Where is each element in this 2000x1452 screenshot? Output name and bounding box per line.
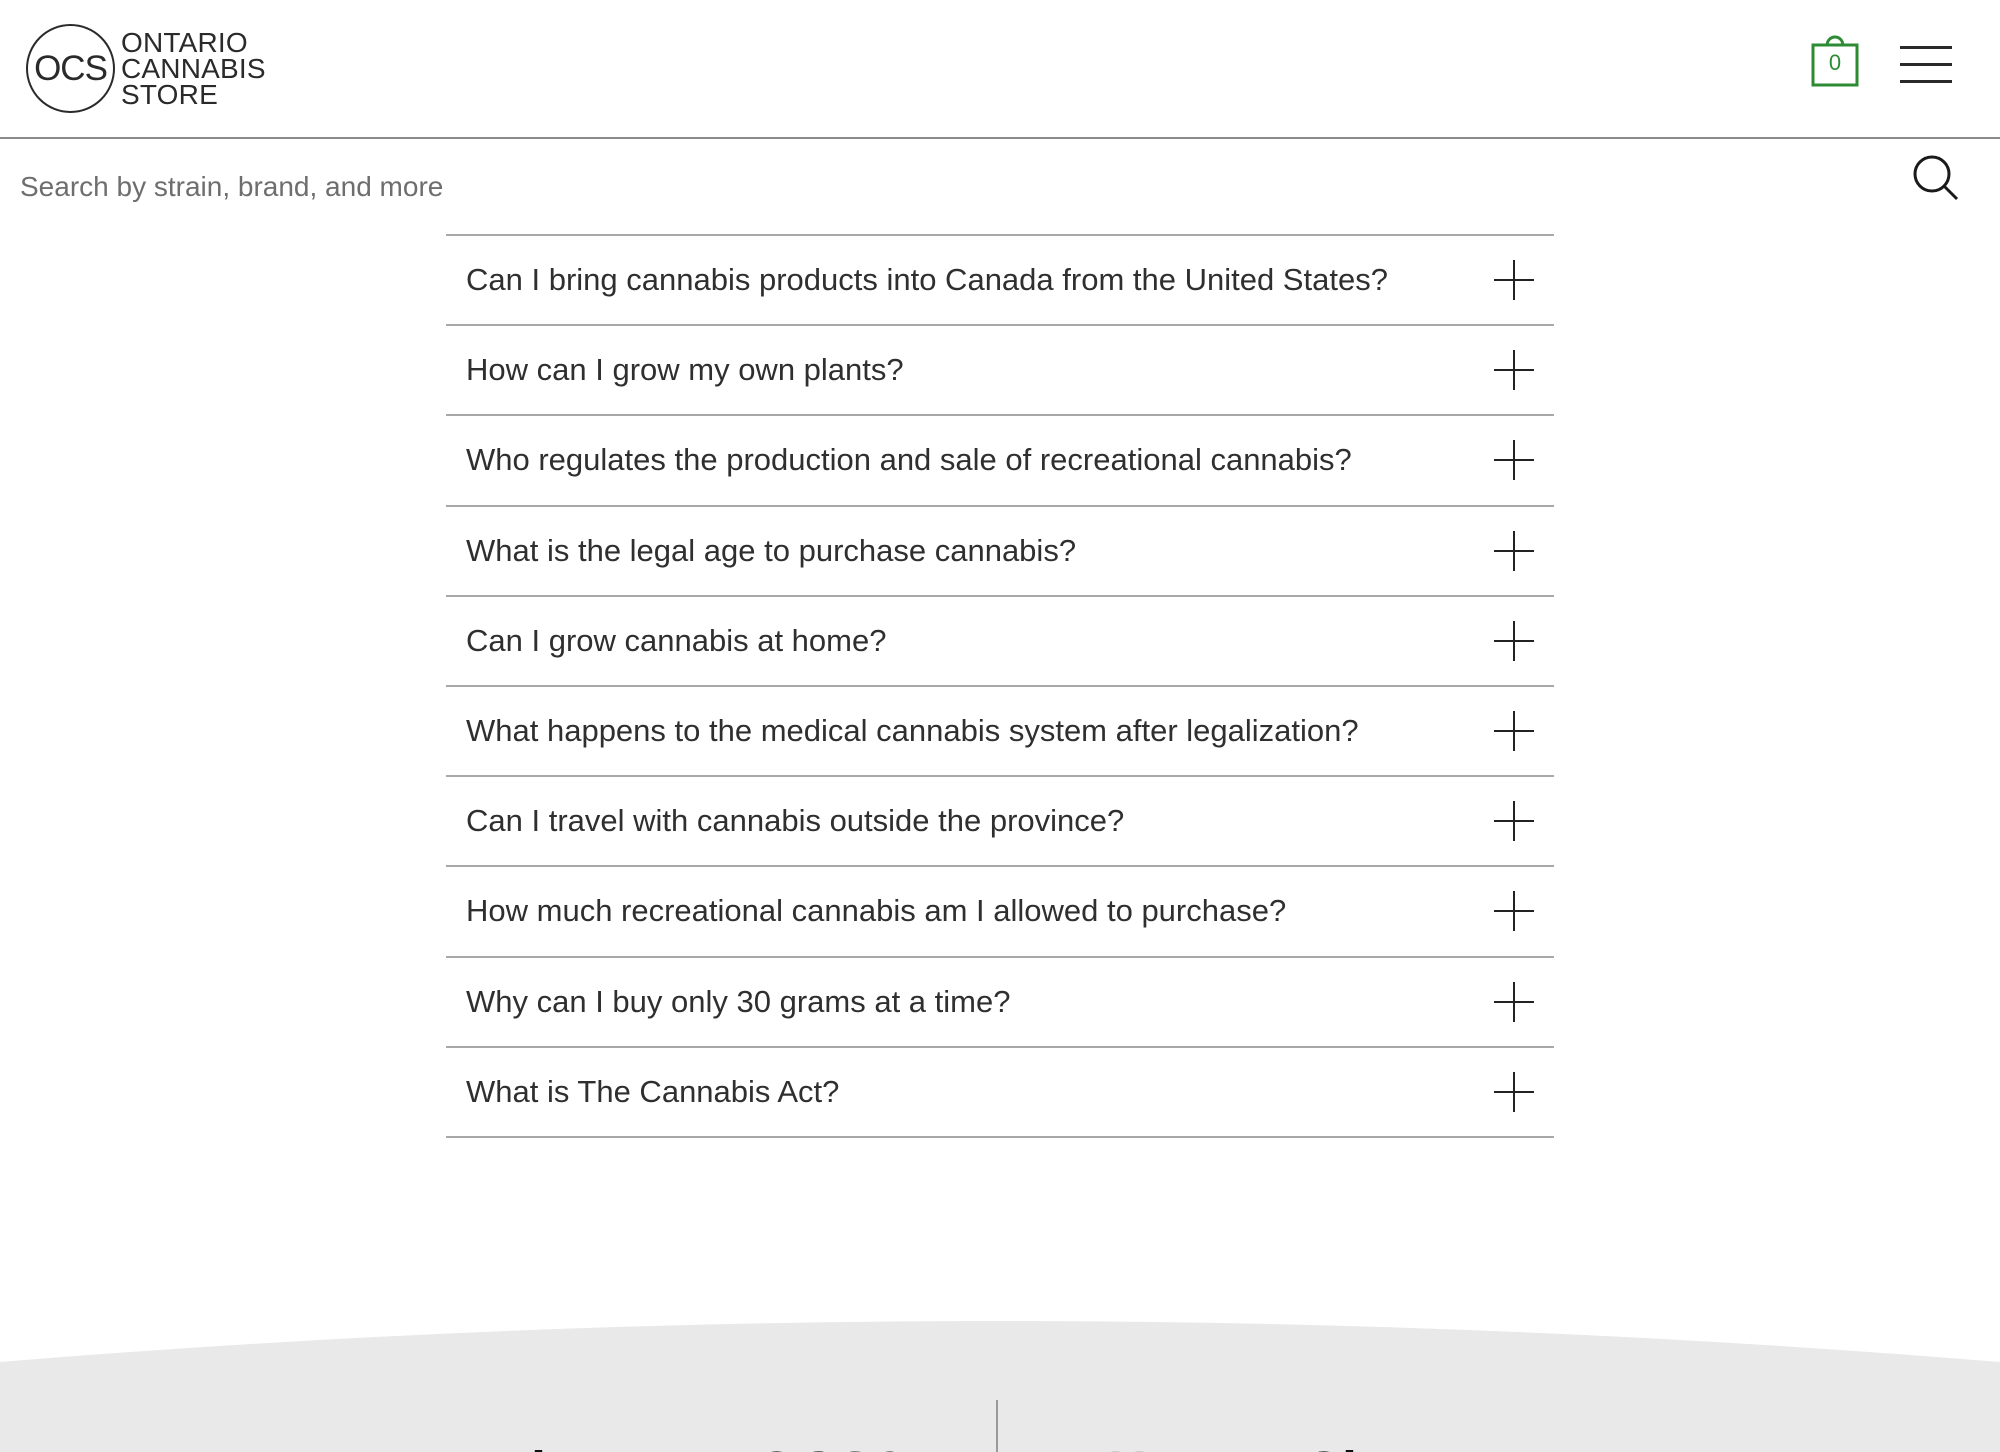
plus-icon bbox=[1494, 891, 1534, 932]
faq-question: What happens to the medical cannabis sys… bbox=[466, 712, 1359, 748]
logo-line-store: STORE bbox=[121, 78, 218, 110]
faq-question: What is the legal age to purchase cannab… bbox=[466, 532, 1077, 568]
faq-item[interactable]: Can I grow cannabis at home? bbox=[446, 597, 1554, 687]
faq-item[interactable]: What happens to the medical cannabis sys… bbox=[446, 687, 1554, 778]
plus-icon bbox=[1494, 710, 1534, 751]
cart-count: 0 bbox=[1828, 50, 1842, 75]
logo-wordmark: ONTARIO CANNABIS STORE bbox=[121, 26, 266, 110]
plus-icon bbox=[1494, 530, 1534, 571]
faq-question: Who regulates the production and sale of… bbox=[466, 442, 1352, 478]
plus-icon bbox=[1494, 801, 1534, 842]
hamburger-icon-bar bbox=[1900, 63, 1952, 66]
logo-mark: OCS bbox=[26, 24, 115, 113]
faq-question: How much recreational cannabis am I allo… bbox=[466, 893, 1287, 929]
plus-icon bbox=[1494, 440, 1534, 481]
faq-question: Can I bring cannabis products into Canad… bbox=[466, 262, 1388, 297]
faq-accordion: Can I bring cannabis products into Canad… bbox=[446, 234, 1554, 1138]
faq-question: How can I grow my own plants? bbox=[466, 352, 904, 388]
logo-line-ontario: ONTARIO bbox=[121, 26, 248, 58]
faq-question: Why can I buy only 30 grams at a time? bbox=[466, 983, 1011, 1019]
site-header: OCS ONTARIO CANNABIS STORE 0 bbox=[0, 0, 2000, 139]
faq-question: What is The Cannabis Act? bbox=[466, 1073, 840, 1109]
hamburger-icon-bar bbox=[1900, 80, 1952, 83]
cart-button[interactable]: 0 bbox=[1810, 28, 1860, 88]
faq-question: Can I grow cannabis at home? bbox=[466, 622, 887, 658]
band-background bbox=[0, 1321, 2000, 1452]
faq-item[interactable]: Can I travel with cannabis outside the p… bbox=[446, 777, 1554, 868]
faq-question: Can I travel with cannabis outside the p… bbox=[466, 803, 1125, 839]
logo-line-cannabis: CANNABIS bbox=[121, 52, 266, 84]
info-band: Why Trust OCS? How to Choose bbox=[0, 1300, 2000, 1452]
plus-icon bbox=[1494, 1071, 1534, 1112]
menu-button[interactable] bbox=[1900, 46, 1952, 84]
faq-item[interactable]: What is The Cannabis Act? bbox=[446, 1048, 1554, 1138]
plus-icon bbox=[1494, 260, 1534, 300]
band-divider bbox=[996, 1400, 998, 1452]
search-input[interactable] bbox=[20, 159, 1870, 215]
faq-item[interactable]: Who regulates the production and sale of… bbox=[446, 416, 1554, 507]
faq-item[interactable]: How can I grow my own plants? bbox=[446, 326, 1554, 417]
plus-icon bbox=[1494, 981, 1534, 1022]
hamburger-icon-bar bbox=[1900, 46, 1952, 49]
faq-item[interactable]: Can I bring cannabis products into Canad… bbox=[446, 236, 1554, 327]
why-trust-heading: Why Trust OCS? bbox=[480, 1440, 906, 1452]
faq-item[interactable]: How much recreational cannabis am I allo… bbox=[446, 867, 1554, 958]
plus-icon bbox=[1494, 620, 1534, 661]
search-bar bbox=[0, 141, 2000, 235]
faq-item[interactable]: What is the legal age to purchase cannab… bbox=[446, 507, 1554, 597]
plus-icon bbox=[1494, 350, 1534, 391]
ocs-logo[interactable]: OCS ONTARIO CANNABIS STORE bbox=[26, 24, 266, 113]
how-to-choose-heading: How to Choose bbox=[1108, 1440, 1501, 1452]
faq-item[interactable]: Why can I buy only 30 grams at a time? bbox=[446, 958, 1554, 1048]
search-icon[interactable] bbox=[1912, 154, 1960, 202]
